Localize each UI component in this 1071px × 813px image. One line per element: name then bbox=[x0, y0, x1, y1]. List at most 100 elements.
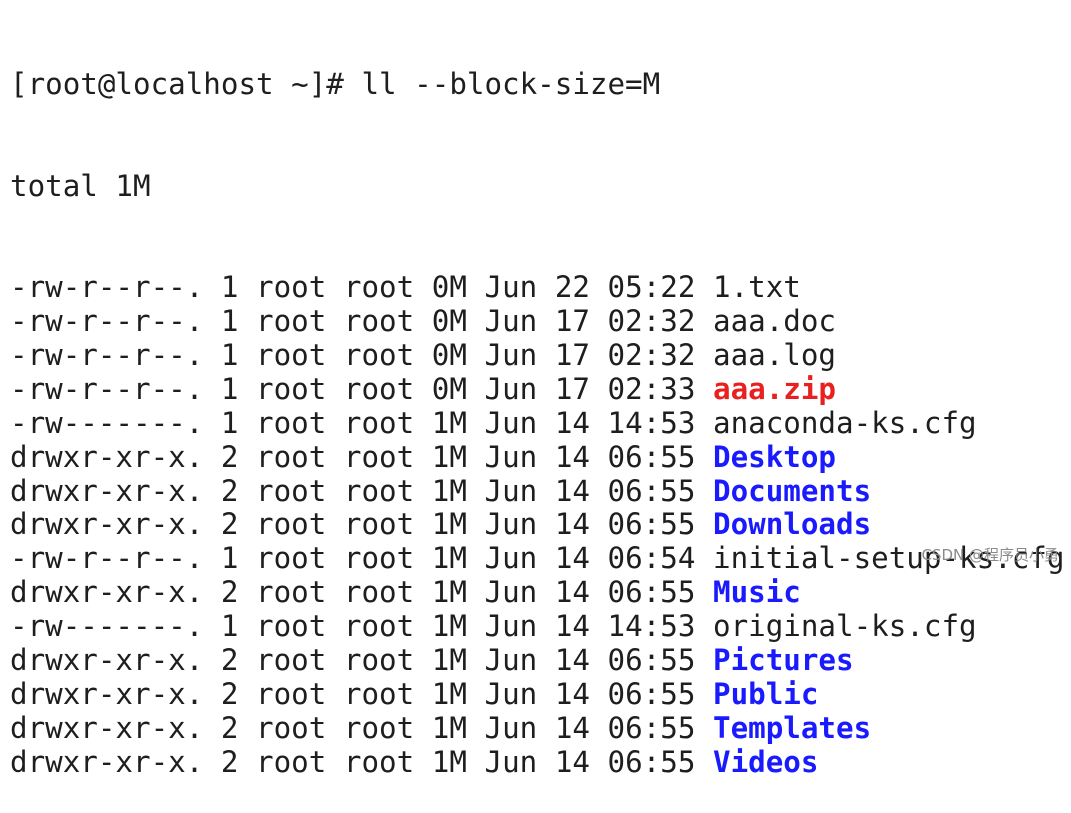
entry-day: 14 bbox=[554, 609, 590, 644]
entry-time: 06:55 bbox=[607, 439, 696, 474]
entry-owner: root bbox=[256, 338, 327, 372]
entry-size: 1M bbox=[431, 541, 467, 576]
entry-time: 06:55 bbox=[607, 507, 696, 542]
watermark: CSDN @程序员小勇 bbox=[921, 546, 1059, 564]
entry-month: Jun bbox=[484, 541, 538, 576]
entry-perms: drwxr-xr-x. bbox=[10, 575, 204, 610]
entry-month: Jun bbox=[484, 643, 538, 678]
entry-perms: -rw-------. bbox=[10, 405, 204, 440]
entry-links: 1 bbox=[220, 371, 239, 406]
entry-day: 14 bbox=[554, 676, 590, 711]
entry-day: 17 bbox=[554, 338, 590, 372]
entry-month: Jun bbox=[484, 371, 538, 406]
listing-row: -rw-r--r--. 1 root root 0M Jun 17 02:32 … bbox=[10, 338, 1064, 373]
entry-name: Public bbox=[713, 676, 819, 711]
entry-time: 06:55 bbox=[607, 744, 696, 779]
entry-perms: drwxr-xr-x. bbox=[10, 643, 204, 678]
entry-group: root bbox=[343, 473, 415, 508]
entry-perms: -rw-r--r--. bbox=[10, 338, 204, 372]
entry-group: root bbox=[343, 507, 415, 542]
entry-perms: drwxr-xr-x. bbox=[10, 507, 204, 542]
entry-name: Documents bbox=[713, 473, 872, 508]
entry-name: original-ks.cfg bbox=[713, 609, 977, 644]
command-text: ll --block-size=M bbox=[361, 66, 661, 101]
entry-time: 06:55 bbox=[607, 643, 696, 678]
entry-name: aaa.zip bbox=[713, 371, 837, 406]
entry-size: 1M bbox=[431, 575, 467, 610]
entry-perms: drwxr-xr-x. bbox=[10, 710, 204, 745]
entry-name: Desktop bbox=[713, 439, 837, 474]
entry-owner: root bbox=[256, 744, 327, 779]
entry-name: 1.txt bbox=[713, 270, 801, 305]
entry-size: 1M bbox=[431, 439, 467, 474]
entry-owner: root bbox=[256, 507, 327, 542]
entry-size: 1M bbox=[431, 710, 467, 745]
entry-perms: -rw-r--r--. bbox=[10, 541, 204, 576]
entry-name: Downloads bbox=[713, 507, 872, 542]
entry-name: anaconda-ks.cfg bbox=[713, 405, 977, 440]
entry-owner: root bbox=[256, 439, 327, 474]
entry-name: aaa.doc bbox=[713, 304, 837, 339]
listing-row: drwxr-xr-x. 2 root root 1M Jun 14 06:55 … bbox=[10, 710, 1064, 746]
entry-size: 0M bbox=[431, 338, 467, 372]
listing-row: -rw-r--r--. 1 root root 0M Jun 17 02:32 … bbox=[10, 304, 1064, 339]
entry-group: root bbox=[343, 270, 415, 305]
entry-group: root bbox=[343, 541, 415, 576]
terminal-output[interactable]: [root@localhost ~]# ll --block-size=M to… bbox=[10, 0, 1064, 813]
entry-owner: root bbox=[256, 304, 327, 339]
listing: -rw-r--r--. 1 root root 0M Jun 22 05:22 … bbox=[10, 270, 1064, 779]
entry-links: 1 bbox=[220, 270, 239, 305]
entry-month: Jun bbox=[484, 507, 538, 542]
entry-day: 14 bbox=[554, 473, 590, 508]
entry-perms: -rw-------. bbox=[10, 609, 204, 644]
entry-group: root bbox=[343, 643, 415, 678]
entry-owner: root bbox=[256, 405, 327, 440]
listing-row: -rw-r--r--. 1 root root 1M Jun 14 06:54 … bbox=[10, 541, 1064, 576]
listing-row: -rw-------. 1 root root 1M Jun 14 14:53 … bbox=[10, 405, 1064, 441]
entry-perms: drwxr-xr-x. bbox=[10, 439, 204, 474]
listing-row: drwxr-xr-x. 2 root root 1M Jun 14 06:55 … bbox=[10, 439, 1064, 475]
entry-links: 2 bbox=[220, 710, 239, 745]
entry-perms: -rw-r--r--. bbox=[10, 270, 204, 305]
entry-month: Jun bbox=[484, 304, 538, 339]
entry-day: 14 bbox=[554, 744, 590, 779]
entry-day: 14 bbox=[554, 405, 590, 440]
entry-perms: drwxr-xr-x. bbox=[10, 473, 204, 508]
entry-time: 02:33 bbox=[607, 371, 696, 406]
entry-name: Pictures bbox=[713, 643, 854, 678]
entry-name: Templates bbox=[713, 710, 872, 745]
entry-owner: root bbox=[256, 643, 327, 678]
entry-size: 0M bbox=[431, 270, 467, 305]
entry-owner: root bbox=[256, 609, 327, 644]
entry-day: 14 bbox=[554, 507, 590, 542]
entry-day: 14 bbox=[554, 541, 590, 576]
entry-links: 2 bbox=[220, 439, 239, 474]
entry-size: 1M bbox=[431, 676, 467, 711]
entry-group: root bbox=[343, 575, 415, 610]
entry-group: root bbox=[343, 676, 415, 711]
entry-links: 2 bbox=[220, 473, 239, 508]
entry-links: 2 bbox=[220, 643, 239, 678]
entry-perms: -rw-r--r--. bbox=[10, 371, 204, 406]
entry-links: 2 bbox=[220, 507, 239, 542]
entry-month: Jun bbox=[484, 270, 538, 305]
entry-month: Jun bbox=[484, 710, 538, 745]
entry-size: 1M bbox=[431, 405, 467, 440]
entry-month: Jun bbox=[484, 439, 538, 474]
entry-month: Jun bbox=[484, 609, 538, 644]
entry-links: 1 bbox=[220, 405, 239, 440]
entry-month: Jun bbox=[484, 744, 538, 779]
entry-name: Videos bbox=[713, 744, 819, 779]
entry-group: root bbox=[343, 405, 415, 440]
entry-day: 14 bbox=[554, 643, 590, 678]
entry-day: 17 bbox=[554, 304, 590, 339]
command-line: [root@localhost ~]# ll --block-size=M bbox=[10, 66, 1064, 102]
entry-time: 05:22 bbox=[607, 270, 696, 305]
entry-links: 1 bbox=[220, 541, 239, 576]
entry-group: root bbox=[343, 371, 415, 406]
entry-links: 1 bbox=[220, 338, 239, 372]
entry-month: Jun bbox=[484, 575, 538, 610]
entry-links: 2 bbox=[220, 575, 239, 610]
listing-row: drwxr-xr-x. 2 root root 1M Jun 14 06:55 … bbox=[10, 643, 1064, 678]
entry-group: root bbox=[343, 439, 415, 474]
